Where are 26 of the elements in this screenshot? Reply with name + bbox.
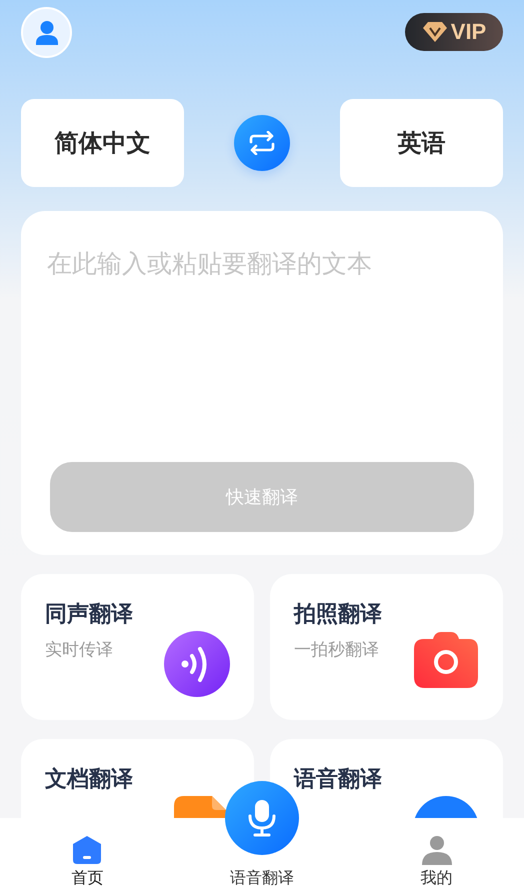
feature-title: 文档翻译	[45, 766, 134, 794]
swap-button[interactable]	[234, 115, 290, 171]
home-icon	[72, 835, 102, 865]
sound-wave-icon	[164, 631, 230, 697]
source-language-button[interactable]: 简体中文	[21, 99, 184, 187]
camera-icon	[413, 631, 479, 689]
target-language-button[interactable]: 英语	[340, 99, 503, 187]
feature-card[interactable]: 拍照翻译 一拍秒翻译	[270, 574, 503, 720]
feature-title: 拍照翻译	[294, 601, 383, 629]
feature-title: 同声翻译	[45, 601, 134, 629]
nav-tab[interactable]: 语音翻译	[174, 835, 350, 889]
feature-title: 语音翻译	[294, 766, 383, 794]
nav-tab[interactable]: 首页	[0, 835, 175, 889]
nav-tab[interactable]: 我的	[349, 835, 524, 889]
vip-button[interactable]: VIP	[405, 13, 503, 51]
feature-card[interactable]: 语音翻译	[270, 739, 503, 818]
feature-card[interactable]: 文档翻译	[21, 739, 254, 818]
user-icon	[422, 835, 452, 865]
user-icon	[36, 20, 58, 44]
feature-card[interactable]: 同声翻译 实时传译	[21, 574, 254, 720]
microphone-icon	[247, 799, 277, 837]
diamond-icon	[422, 21, 448, 43]
feature-subtitle: 实时传译	[45, 639, 113, 661]
avatar-button[interactable]	[21, 7, 72, 58]
feature-subtitle: 一拍秒翻译	[294, 639, 379, 661]
swap-icon	[248, 131, 276, 155]
